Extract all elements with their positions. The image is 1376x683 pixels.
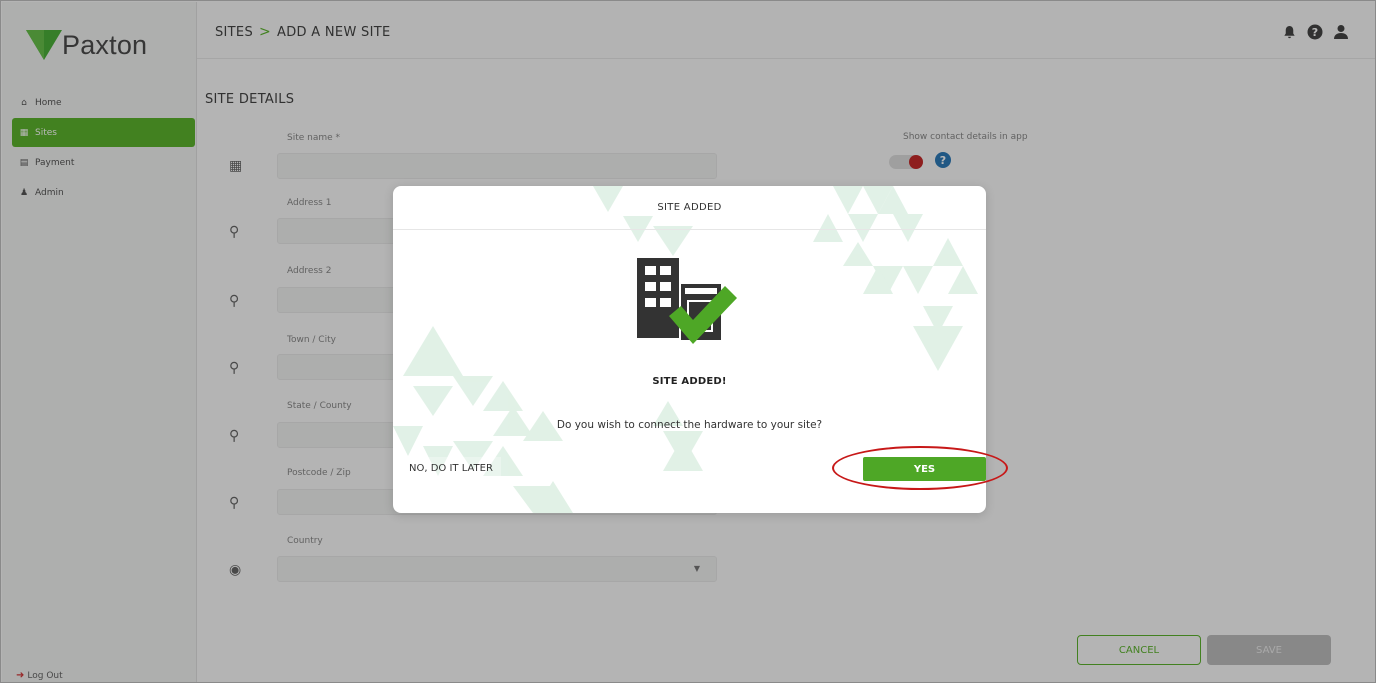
building-check-icon [637, 258, 737, 344]
yes-button-highlight-annotation [832, 446, 1008, 490]
dialog-title: SITE ADDED [393, 186, 986, 230]
app-window: Paxton ⌂ Home ▦ Sites ▤ Payment ♟ Admin … [0, 0, 1376, 683]
no-do-it-later-button[interactable]: NO, DO IT LATER [401, 457, 501, 479]
dialog-subtitle: SITE ADDED! [652, 376, 727, 387]
dialog-question: Do you wish to connect the hardware to y… [556, 419, 823, 431]
